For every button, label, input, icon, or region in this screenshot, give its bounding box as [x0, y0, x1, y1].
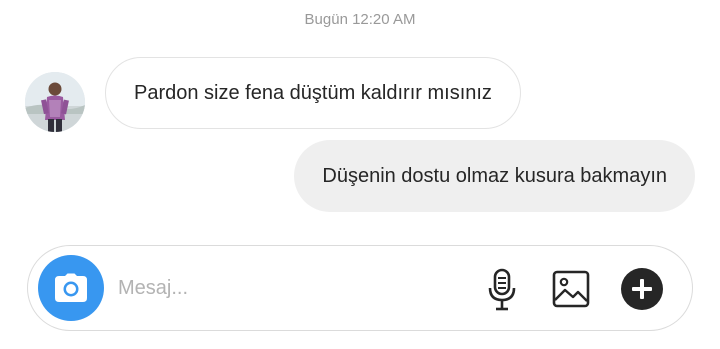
incoming-message-text: Pardon size fena düştüm kaldırır mısınız [134, 81, 492, 104]
message-input[interactable] [118, 268, 458, 308]
message-composer [27, 245, 693, 331]
camera-icon [55, 273, 87, 302]
microphone-button[interactable] [482, 268, 522, 312]
microphone-icon [488, 268, 516, 311]
incoming-message-bubble[interactable]: Pardon size fena düştüm kaldırır mısınız [105, 57, 521, 129]
camera-button[interactable] [38, 255, 104, 321]
outgoing-message-text: Düşenin dostu olmaz kusura bakmayın [322, 164, 667, 187]
chat-screen: Bugün 12:20 AM Pardon size fena düştüm k… [0, 0, 720, 349]
message-timestamp: Bugün 12:20 AM [304, 11, 416, 28]
gallery-icon [552, 270, 590, 308]
avatar[interactable] [25, 72, 85, 132]
outgoing-message-bubble[interactable]: Düşenin dostu olmaz kusura bakmayın [294, 140, 695, 212]
plus-icon [632, 279, 652, 299]
gallery-button[interactable] [550, 268, 592, 310]
add-button[interactable] [621, 268, 663, 310]
